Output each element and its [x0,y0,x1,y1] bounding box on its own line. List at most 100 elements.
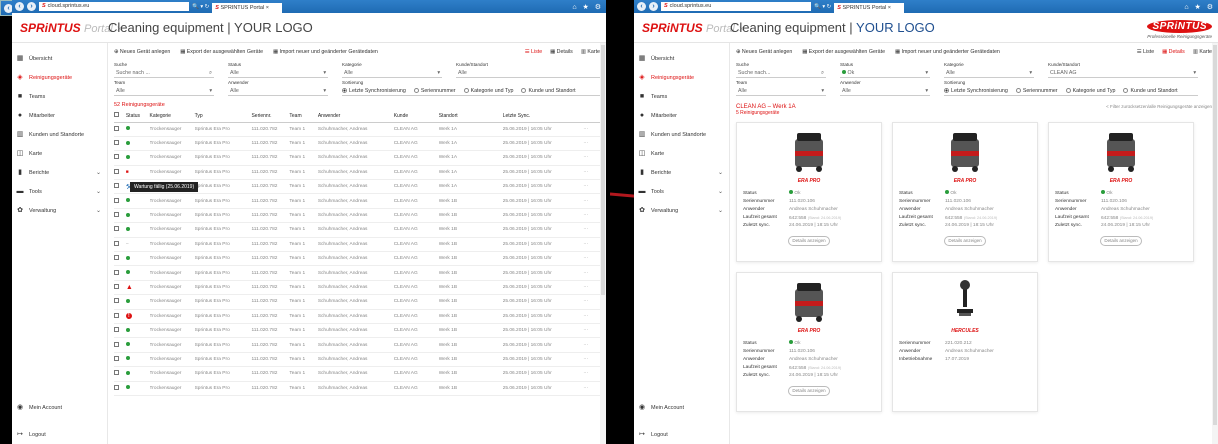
row-checkbox[interactable] [114,312,119,318]
row-checkbox[interactable] [114,212,119,218]
view-map-button[interactable]: ▥ Karte [581,49,600,55]
brand[interactable]: SPRiNTUS Portal × [12,21,123,35]
sidebar-item-mitarbeiter[interactable]: ● Mitarbeiter [12,106,107,125]
view-list-button[interactable]: ☰ Liste [525,49,542,55]
table-row[interactable]: Trockensauger Sprintus Era Pro 111.020.782… [114,193,600,209]
more-menu-icon[interactable]: ··· [583,323,600,339]
row-checkbox[interactable] [114,355,119,361]
column-header[interactable]: Letzte Sync. [502,110,584,123]
sort-option[interactable]: Kategorie und Typ [463,86,513,95]
new-device-button[interactable]: ⊕ Neues Gerät anlegen [114,49,170,55]
column-header[interactable]: Kunde [393,110,439,123]
table-row[interactable]: Trockensauger Sprintus Era Pro 111.020.782… [114,136,600,152]
address-bar[interactable]: Scloud.sprintus.eu [661,2,811,11]
category-select[interactable]: Alle ▾ [944,68,1034,78]
table-row[interactable]: Trockensauger Sprintus Era Pro 111.020.782… [114,366,600,382]
more-menu-icon[interactable]: ··· [583,150,600,166]
sort-option[interactable]: Seriennummer [413,86,456,95]
table-row[interactable]: Trockensauger Sprintus Era Pro 111.020.782… [114,222,600,238]
sidebar-item-kunden-und-standorte[interactable]: ▥ Kunden und Standorte [12,125,107,144]
column-header[interactable]: Status [125,110,150,123]
details-button[interactable]: Details anzeigen [944,236,986,246]
url-controls[interactable]: 🔍 ▾ ↻ [192,4,209,10]
more-menu-icon[interactable]: ··· [583,294,600,310]
more-menu-icon[interactable]: ··· [583,337,600,353]
status-select[interactable]: Alle ▾ [228,68,328,78]
table-row[interactable]: ■ Trockensauger Sprintus Era Pro 111.020.78… [114,165,600,181]
export-button[interactable]: ▦ Export der ausgewählten Geräte [802,49,885,55]
export-button[interactable]: ▦ Export der ausgewählten Geräte [180,49,263,55]
more-menu-icon[interactable]: ··· [583,193,600,209]
browser-tab[interactable]: S SPRINTUS Portal × [212,3,283,13]
more-menu-icon[interactable]: ··· [583,179,600,195]
details-button[interactable]: Details anzeigen [788,386,830,396]
sidebar-item-übersicht[interactable]: ▦ Übersicht [12,49,107,68]
sidebar-item-übersicht[interactable]: ▦ Übersicht [634,49,729,68]
sidebar-item-berichte[interactable]: ▮ Berichte ⌄ [634,163,729,182]
customer-select[interactable]: CLEAN AG ▾ [1048,68,1198,78]
status-select[interactable]: Ok ▾ [840,68,930,78]
back-button[interactable]: ‹ [15,2,24,11]
customer-select[interactable]: Alle▾ [456,68,606,78]
row-checkbox[interactable] [114,283,119,289]
table-row[interactable]: – Trockensauger Sprintus Era Pro 111.020.78… [114,237,600,253]
row-checkbox[interactable] [114,384,119,390]
row-checkbox[interactable] [114,255,119,261]
sidebar-item-tools[interactable]: ▬ Tools ⌄ [12,182,107,201]
row-checkbox[interactable] [114,370,119,376]
back-button[interactable]: ‹ [637,2,646,11]
row-checkbox[interactable] [114,183,119,189]
more-menu-icon[interactable]: ··· [583,381,600,396]
sidebar-item-karte[interactable]: ◫ Karte [634,144,729,163]
device-card[interactable]: ERA PRO Status Ok Seriennummer 111.020.106 A… [736,122,882,262]
account-link[interactable]: ◉ Mein Account [634,398,729,417]
row-checkbox[interactable] [114,154,119,160]
sidebar-item-verwaltung[interactable]: ✿ Verwaltung ⌄ [12,201,107,220]
row-checkbox[interactable] [114,327,119,333]
table-row[interactable]: ! Trockensauger Sprintus Era Pro 111.020.78… [114,309,600,324]
user-select[interactable]: Alle ▾ [228,86,328,96]
table-row[interactable]: Trockensauger Sprintus Era Pro 111.020.782… [114,337,600,353]
forward-button[interactable]: › [649,2,658,11]
more-menu-icon[interactable]: ··· [583,237,600,253]
browser-icons[interactable]: ⌂ ★ ⚙ [572,3,603,11]
sidebar-item-berichte[interactable]: ▮ Berichte ⌄ [12,163,107,182]
sidebar-item-karte[interactable]: ◫ Karte [12,144,107,163]
sort-option[interactable]: Kunde und Standort [521,86,576,95]
sidebar-item-teams[interactable]: ■ Teams [634,87,729,106]
search-input[interactable]: Suche nach ... ⌕ [114,68,214,78]
more-menu-icon[interactable]: ··· [583,352,600,368]
more-menu-icon[interactable]: ··· [583,122,600,137]
table-row[interactable]: Trockensauger Sprintus Era Pro 111.020.782… [114,150,600,166]
address-bar[interactable]: Scloud.sprintus.eu [39,2,189,11]
sort-option[interactable]: Letzte Synchronisierung [342,86,406,95]
more-menu-icon[interactable]: ··· [583,309,600,324]
row-checkbox[interactable] [114,269,119,275]
device-card[interactable]: HERCULES Seriennummer 221.020.212 Anwender A… [892,272,1038,412]
row-checkbox[interactable] [114,197,119,203]
column-header[interactable]: Team [289,110,318,123]
details-button[interactable]: Details anzeigen [788,236,830,246]
view-map-button[interactable]: ▥ Karte [1193,49,1212,55]
sidebar-item-kunden-und-standorte[interactable]: ▥ Kunden und Standorte [634,125,729,144]
row-checkbox[interactable] [114,140,119,146]
browser-tab[interactable]: S SPRINTUS Portal × [834,3,905,13]
table-row[interactable]: Trockensauger Sprintus Era Pro 111.020.782… [114,294,600,310]
team-select[interactable]: Alle ▾ [736,86,826,96]
select-all-checkbox[interactable] [114,112,119,118]
logout-link[interactable]: ↦ Logout [634,425,729,444]
sidebar-item-reinigungsgeräte[interactable]: ◈ Reinigungsgeräte [634,68,729,87]
row-checkbox[interactable] [114,226,119,232]
column-header[interactable]: Standort [438,110,503,123]
column-header[interactable]: Seriennr. [251,110,290,123]
more-menu-icon[interactable]: ··· [583,208,600,224]
scrollbar[interactable] [600,43,606,444]
row-checkbox[interactable] [114,168,119,174]
category-select[interactable]: Alle ▾ [342,68,442,78]
device-card[interactable]: ERA PRO Status Ok Seriennummer 111.020.106 A… [736,272,882,412]
more-menu-icon[interactable]: ··· [583,222,600,238]
table-row[interactable]: ▲ Trockensauger Sprintus Era Pro 111.020.78… [114,280,600,296]
sort-option[interactable]: Seriennummer [1015,86,1058,95]
account-link[interactable]: ◉ Mein Account [12,398,107,417]
scrollbar[interactable] [1212,43,1218,444]
